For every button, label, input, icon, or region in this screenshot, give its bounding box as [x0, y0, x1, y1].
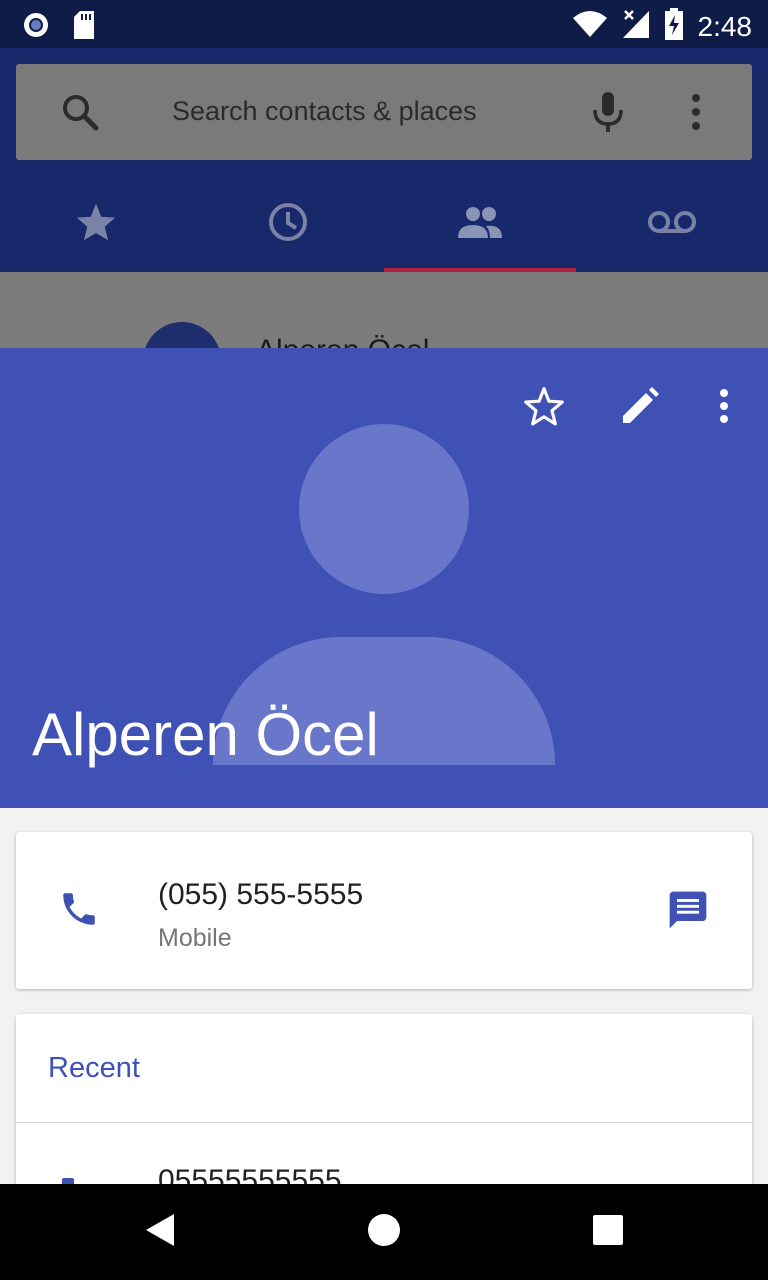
contact-more-button[interactable] — [696, 380, 752, 436]
overview-icon — [592, 1214, 624, 1251]
back-button[interactable] — [142, 1212, 178, 1253]
phone-number[interactable]: (055) 555-5555 — [158, 878, 363, 912]
divider — [16, 1122, 752, 1123]
avatar-placeholder-head — [299, 424, 469, 594]
sd-card-icon — [72, 10, 96, 45]
recents-button[interactable] — [590, 1214, 626, 1250]
more-vert-icon — [718, 388, 730, 429]
message-icon[interactable] — [666, 888, 710, 937]
home-button[interactable] — [366, 1213, 402, 1252]
dialer-app-bar: Search contacts & places — [0, 48, 768, 272]
edit-icon — [620, 386, 660, 431]
tab-voicemail[interactable] — [576, 176, 768, 272]
search-box[interactable]: Search contacts & places — [16, 64, 752, 160]
contact-name: Alperen Öcel — [32, 701, 379, 768]
recent-title: Recent — [48, 1052, 140, 1084]
home-icon — [367, 1213, 401, 1252]
clock-icon — [267, 201, 309, 248]
voicemail-icon — [647, 209, 697, 240]
tab-favorites[interactable] — [0, 176, 192, 272]
star-outline-icon — [523, 386, 565, 431]
wifi-icon — [572, 10, 608, 43]
status-bar: 2:48 — [0, 0, 768, 48]
more-vert-icon[interactable] — [686, 92, 706, 137]
back-icon — [144, 1212, 176, 1253]
contact-header: Alperen Öcel — [0, 348, 768, 808]
edit-button[interactable] — [612, 380, 668, 436]
dialer-tabs — [0, 176, 768, 272]
mic-icon[interactable] — [591, 90, 625, 139]
phone-type-label: Mobile — [158, 924, 232, 952]
contact-list-behind: Alperen Öcel — [0, 272, 768, 352]
people-icon — [456, 206, 504, 243]
tab-recents[interactable] — [192, 176, 384, 272]
navigation-bar — [0, 1184, 768, 1280]
star-icon — [75, 202, 117, 247]
no-signal-icon — [622, 9, 650, 44]
search-icon[interactable] — [60, 92, 100, 137]
status-time: 2:48 — [697, 10, 753, 42]
favorite-button[interactable] — [516, 380, 572, 436]
tab-contacts[interactable] — [384, 176, 576, 272]
circle-notification-icon — [22, 11, 50, 44]
search-input[interactable]: Search contacts & places — [172, 96, 477, 127]
phone-icon[interactable] — [58, 888, 100, 935]
battery-charging-icon — [664, 8, 684, 45]
phone-card[interactable]: (055) 555-5555 Mobile — [16, 832, 752, 989]
